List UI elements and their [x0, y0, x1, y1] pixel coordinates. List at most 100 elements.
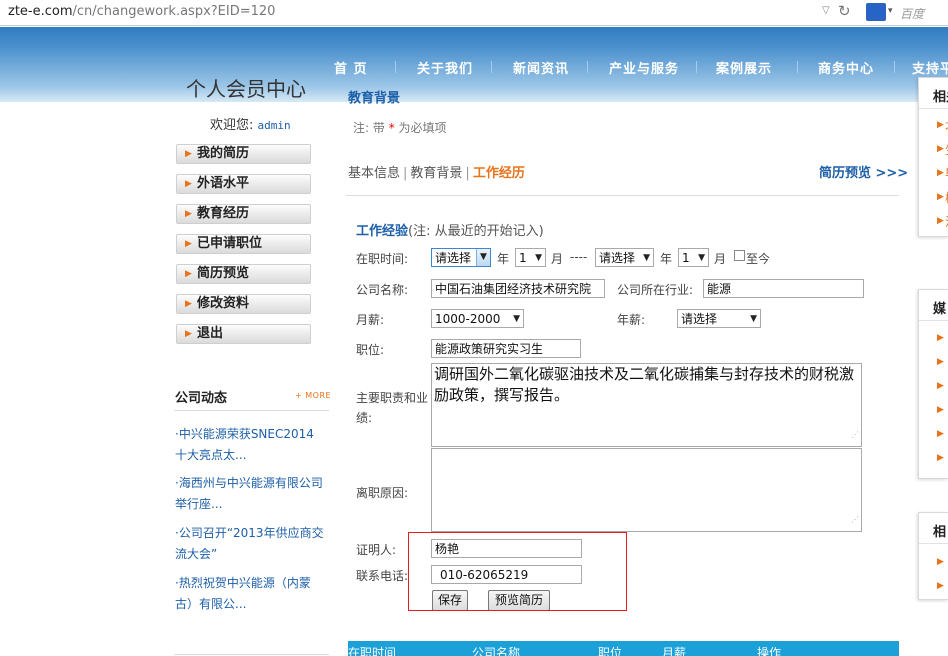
month-unit-label: 月: [714, 252, 727, 266]
nav-news[interactable]: 新闻资讯: [513, 58, 569, 77]
divider: [346, 195, 899, 196]
related-box-2-title: 相: [933, 525, 947, 540]
arrow-right-icon[interactable]: ▶: [937, 581, 944, 591]
news-item[interactable]: ·海西州与中兴能源有限公司举行座...: [175, 473, 325, 515]
range-dash: ----: [570, 250, 588, 264]
engine-dropdown-icon[interactable]: ▾: [888, 6, 893, 16]
nav-industry[interactable]: 产业与服务: [609, 58, 679, 77]
month-unit-label: 月: [551, 252, 564, 266]
nav-support[interactable]: 支持平: [912, 58, 948, 77]
resume-preview-link[interactable]: 简历预览 >>>: [819, 162, 908, 181]
news-title: 公司动态: [175, 391, 228, 406]
leave-reason-textarea[interactable]: ⋰: [431, 448, 862, 532]
nav-business[interactable]: 商务中心: [818, 58, 874, 77]
arrow-right-icon: ▶: [185, 269, 192, 279]
site-header: 首 页 关于我们 新闻资讯 产业与服务 案例展示 商务中心 支持平: [0, 27, 948, 102]
chevron-down-icon: ▼: [750, 314, 757, 324]
phone-label: 联系电话:: [356, 569, 409, 583]
start-year-select[interactable]: 请选择 ▼: [431, 248, 491, 267]
chevron-down-icon: ▼: [476, 249, 490, 266]
arrow-right-icon: ▶: [937, 144, 944, 154]
column-header: 职位: [598, 646, 623, 656]
required-note: 注: 带 * 为必填项: [353, 121, 447, 135]
column-header: 在职时间: [348, 646, 397, 656]
arrow-right-icon: ▶: [185, 179, 192, 189]
chevron-down-icon: ▼: [643, 253, 650, 263]
arrow-right-icon[interactable]: ▶: [937, 357, 944, 367]
arrow-right-icon[interactable]: ▶: [937, 381, 944, 391]
menu-resume-preview[interactable]: ▶ 简历预览: [176, 264, 311, 284]
until-now-checkbox[interactable]: [734, 250, 745, 261]
search-engine-icon[interactable]: 🐾: [866, 3, 886, 21]
nav-home[interactable]: 首 页: [334, 58, 368, 77]
username[interactable]: admin: [258, 119, 291, 132]
menu-my-resume[interactable]: ▶ 我的简历: [176, 144, 311, 164]
industry-input[interactable]: 能源: [703, 279, 864, 298]
leave-reason-label: 离职原因:: [356, 486, 409, 500]
year-unit-label: 年: [660, 252, 673, 266]
year-unit-label: 年: [497, 252, 510, 266]
menu-edit-profile[interactable]: ▶ 修改资料: [176, 294, 311, 314]
arrow-right-icon: ▶: [185, 239, 192, 249]
divider: [174, 654, 329, 655]
annual-salary-select[interactable]: 请选择 ▼: [677, 309, 761, 328]
highlight-box: [408, 532, 627, 611]
tab-work-experience[interactable]: 工作经历: [473, 166, 525, 181]
nav-divider: [587, 61, 588, 73]
menu-language[interactable]: ▶ 外语水平: [176, 174, 311, 194]
related-box: 相关 ▶才 ▶生 ▶毕 ▶校 ▶法: [918, 77, 948, 237]
news-item[interactable]: ·中兴能源荣获SNEC2014十大亮点太...: [175, 424, 325, 466]
resize-grip-icon[interactable]: ⋰: [851, 424, 859, 445]
divider: [174, 410, 329, 411]
menu-logout[interactable]: ▶ 退出: [176, 324, 311, 344]
industry-label: 公司所在行业:: [617, 283, 694, 297]
resume-tabs: 基本信息 | 教育背景 | 工作经历: [348, 166, 525, 181]
arrow-right-icon: ▶: [185, 209, 192, 219]
url-dropdown-icon[interactable]: ▽: [822, 5, 830, 16]
chevron-down-icon: ▼: [513, 314, 520, 324]
section-title: 教育背景: [348, 91, 401, 106]
news-more-link[interactable]: + MORE: [295, 391, 331, 400]
company-input[interactable]: 中国石油集团经济技术研究院: [431, 279, 605, 298]
arrow-right-icon: ▶: [185, 149, 192, 159]
work-history-table-header: 在职时间 公司名称 职位 月薪 操作: [348, 641, 899, 656]
arrow-right-icon: ▶: [937, 120, 944, 130]
duties-textarea[interactable]: 调研国外二氧化碳驱油技术及二氧化碳捕集与封存技术的财税激励政策，撰写报告。 ⋰: [431, 363, 862, 447]
start-month-select[interactable]: 1 ▼: [515, 248, 546, 267]
welcome-text: 欢迎您: admin: [210, 118, 291, 133]
news-item[interactable]: ·热烈祝贺中兴能源（内蒙古）有限公...: [175, 573, 325, 615]
arrow-right-icon[interactable]: ▶: [937, 453, 944, 463]
nav-cases[interactable]: 案例展示: [716, 58, 772, 77]
position-label: 职位:: [356, 343, 385, 357]
search-input[interactable]: 百度: [900, 5, 924, 22]
tab-basic-info[interactable]: 基本信息: [348, 166, 400, 181]
media-box: 媒 ▶ ▶ ▶ ▶ ▶ ▶: [918, 289, 948, 479]
resize-grip-icon[interactable]: ⋰: [851, 509, 859, 530]
reload-icon[interactable]: ↻: [838, 2, 851, 20]
end-month-select[interactable]: 1 ▼: [678, 248, 709, 267]
period-label: 在职时间:: [356, 252, 409, 266]
annual-salary-label: 年薪:: [617, 313, 646, 327]
news-item[interactable]: ·公司召开“2013年供应商交流大会”: [175, 523, 325, 565]
browser-url-bar[interactable]: zte-e.com/cn/changework.aspx?EID=120 ▽ ↻…: [0, 0, 948, 26]
column-header: 操作: [757, 646, 782, 656]
url-text[interactable]: zte-e.com/cn/changework.aspx?EID=120: [8, 4, 275, 19]
arrow-right-icon[interactable]: ▶: [937, 429, 944, 439]
reference-label: 证明人:: [356, 543, 397, 557]
menu-education[interactable]: ▶ 教育经历: [176, 204, 311, 224]
arrow-right-icon: ▶: [937, 168, 944, 178]
company-label: 公司名称:: [356, 283, 409, 297]
work-experience-heading: 工作经验(注: 从最近的开始记入): [356, 224, 544, 239]
arrow-right-icon[interactable]: ▶: [937, 557, 944, 567]
menu-applied-jobs[interactable]: ▶ 已申请职位: [176, 234, 311, 254]
arrow-right-icon[interactable]: ▶: [937, 333, 944, 343]
end-year-select[interactable]: 请选择 ▼: [595, 248, 654, 267]
monthly-salary-select[interactable]: 1000-2000 ▼: [431, 309, 524, 328]
nav-about[interactable]: 关于我们: [417, 58, 473, 77]
arrow-right-icon: ▶: [937, 216, 944, 226]
tab-education[interactable]: 教育背景: [410, 166, 462, 181]
position-input[interactable]: 能源政策研究实习生: [431, 339, 581, 358]
duties-label: 主要职责和业绩:: [356, 391, 429, 425]
arrow-right-icon[interactable]: ▶: [937, 405, 944, 415]
related-box-title: 相关: [933, 90, 948, 105]
